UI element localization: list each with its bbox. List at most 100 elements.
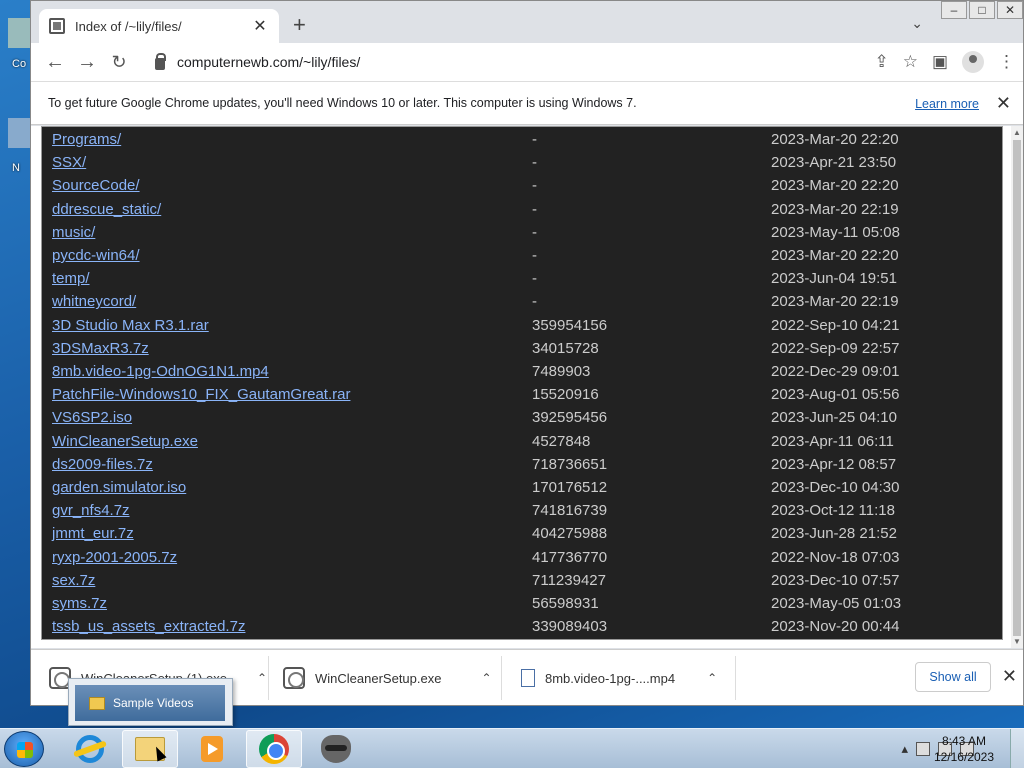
- address-bar[interactable]: computernewb.com/~lily/files/: [143, 48, 891, 76]
- taskbar-media-player[interactable]: [184, 730, 240, 768]
- file-size: 417736770: [532, 548, 608, 566]
- chevron-up-icon[interactable]: ⌃: [481, 671, 491, 685]
- file-link[interactable]: SSX/: [52, 154, 86, 171]
- desktop-network-icon[interactable]: [8, 118, 32, 148]
- file-size: -: [532, 154, 537, 172]
- forward-arrow-icon[interactable]: →: [71, 51, 103, 74]
- file-link[interactable]: syms.7z: [52, 595, 107, 612]
- file-date: 2023-Oct-12 11:18: [771, 502, 895, 520]
- taskbar-file-explorer[interactable]: [122, 730, 178, 768]
- file-link[interactable]: ddrescue_static/: [52, 201, 161, 218]
- action-center-flag-icon[interactable]: [916, 742, 930, 756]
- toolbar-actions: ⇪ ☆ ▣ ⋮: [874, 43, 1015, 81]
- side-panel-icon[interactable]: ▣: [932, 52, 948, 72]
- preview-item[interactable]: Sample Videos: [75, 685, 225, 721]
- page-scrollbar[interactable]: ▲ ▼: [1011, 126, 1023, 648]
- taskbar-internet-explorer[interactable]: [62, 730, 118, 768]
- file-link[interactable]: jmmt_eur.7z: [52, 525, 134, 542]
- chevron-up-icon[interactable]: ⌃: [257, 671, 267, 685]
- file-link[interactable]: ds2009-files.7z: [52, 456, 153, 473]
- file-date: 2023-Apr-21 23:50: [771, 154, 897, 172]
- chrome-icon: [259, 734, 289, 764]
- learn-more-link[interactable]: Learn more: [915, 97, 979, 111]
- clock[interactable]: 8:43 AM 12/16/2023: [934, 733, 994, 765]
- file-link[interactable]: 3D Studio Max R3.1.rar: [52, 317, 209, 334]
- file-size: 392595456: [532, 409, 608, 427]
- listing-row: tssb_us_assets_extracted.7z 339089403 2023…: [42, 616, 1002, 639]
- bookmark-star-icon[interactable]: ☆: [903, 52, 918, 72]
- file-date: 2023-Jun-28 21:52: [771, 525, 897, 543]
- file-date: 2023-Jun-04 19:51: [771, 270, 897, 288]
- tab-index-files[interactable]: Index of /~lily/files/ ✕: [39, 9, 279, 43]
- desktop-computer-icon[interactable]: [8, 18, 32, 48]
- file-date: 2023-Apr-12 08:57: [771, 455, 897, 473]
- lock-icon[interactable]: [155, 52, 166, 70]
- file-link[interactable]: temp/: [52, 270, 90, 287]
- file-link[interactable]: PatchFile-Windows10_FIX_GautamGreat.rar: [52, 386, 350, 403]
- start-button[interactable]: [4, 731, 44, 767]
- file-link[interactable]: 3DSMaxR3.7z: [52, 340, 149, 357]
- file-size: 718736651: [532, 455, 608, 473]
- chevron-up-icon[interactable]: ⌃: [707, 671, 717, 685]
- file-link[interactable]: gvr_nfs4.7z: [52, 502, 130, 519]
- new-tab-icon[interactable]: +: [293, 14, 306, 36]
- url-text[interactable]: computernewb.com/~lily/files/: [177, 54, 360, 70]
- file-link[interactable]: WinCleanerSetup.exe: [52, 433, 198, 450]
- listing-row: sex.7z 711239427 2023-Dec-10 07:57: [42, 570, 1002, 593]
- video-file-icon: [521, 669, 535, 687]
- file-size: -: [532, 270, 537, 288]
- media-player-icon: [201, 736, 223, 762]
- file-link[interactable]: music/: [52, 224, 95, 241]
- windows-logo-icon: [17, 742, 33, 758]
- show-all-button[interactable]: Show all: [915, 662, 991, 692]
- profile-avatar-icon[interactable]: [962, 51, 984, 73]
- minimize-button[interactable]: –: [941, 1, 967, 19]
- file-link[interactable]: sex.7z: [52, 572, 95, 589]
- scroll-up-arrow-icon[interactable]: ▲: [1013, 128, 1021, 137]
- show-desktop-button[interactable]: [1010, 729, 1024, 768]
- chrome-window: Index of /~lily/files/ ✕ + ⌄ – □ ✕ ← → ↻…: [30, 0, 1024, 706]
- file-size: 4527848: [532, 432, 591, 450]
- desktop-icon-label: N: [12, 162, 20, 174]
- maximize-button[interactable]: □: [969, 1, 995, 19]
- file-link[interactable]: garden.simulator.iso: [52, 479, 186, 496]
- listing-row: ds2009-files.7z 718736651 2023-Apr-12 08:5…: [42, 454, 1002, 477]
- tray-expand-chevron-icon[interactable]: ▴: [901, 741, 908, 757]
- preview-label: Sample Videos: [113, 696, 194, 710]
- downloads-close-icon[interactable]: ✕: [1002, 666, 1017, 687]
- file-date: 2023-Dec-10 04:30: [771, 479, 900, 496]
- file-link[interactable]: tssb_us_assets_extracted.7z: [52, 618, 245, 635]
- file-date: 2023-Aug-01 05:56: [771, 386, 900, 404]
- file-size: 711239427: [532, 571, 606, 589]
- file-link[interactable]: pycdc-win64/: [52, 247, 140, 264]
- file-link[interactable]: SourceCode/: [52, 177, 140, 194]
- file-link[interactable]: whitneycord/: [52, 293, 136, 310]
- scroll-thumb[interactable]: [1013, 140, 1021, 636]
- infobar-close-icon[interactable]: ✕: [996, 93, 1011, 114]
- file-link[interactable]: Programs/: [52, 131, 121, 148]
- update-infobar: To get future Google Chrome updates, you…: [31, 81, 1023, 125]
- close-window-button[interactable]: ✕: [997, 1, 1023, 19]
- tab-close-icon[interactable]: ✕: [251, 16, 269, 36]
- listing-row: ddrescue_static/ - 2023-Mar-20 22:19: [42, 199, 1002, 222]
- menu-kebab-icon[interactable]: ⋮: [998, 52, 1015, 72]
- file-link[interactable]: ryxp-2001-2005.7z: [52, 549, 177, 566]
- file-link[interactable]: VS6SP2.iso: [52, 409, 132, 426]
- taskbar-raccoon-app[interactable]: [308, 730, 364, 768]
- file-date: 2023-Dec-10 07:57: [771, 571, 900, 589]
- download-item[interactable]: WinCleanerSetup.exe ⌃: [283, 662, 492, 694]
- taskbar-chrome[interactable]: [246, 730, 302, 768]
- file-link[interactable]: 8mb.video-1pg-OdnOG1N1.mp4: [52, 363, 269, 380]
- share-icon[interactable]: ⇪: [874, 52, 888, 72]
- back-arrow-icon[interactable]: ←: [39, 51, 71, 74]
- scroll-down-arrow-icon[interactable]: ▼: [1013, 637, 1021, 646]
- file-size: 170176512: [532, 479, 608, 496]
- taskbar-thumbnail-preview[interactable]: Sample Videos: [68, 678, 233, 726]
- tab-search-chevron-icon[interactable]: ⌄: [911, 15, 923, 32]
- file-size: 56598931: [532, 595, 599, 612]
- reload-icon[interactable]: ↻: [103, 52, 135, 73]
- listing-row: syms.7z 56598931 2023-May-05 01:03: [42, 593, 1002, 616]
- divider: [501, 656, 502, 700]
- infobar-message: To get future Google Chrome updates, you…: [48, 96, 637, 110]
- download-item[interactable]: 8mb.video-1pg-....mp4 ⌃: [521, 662, 717, 694]
